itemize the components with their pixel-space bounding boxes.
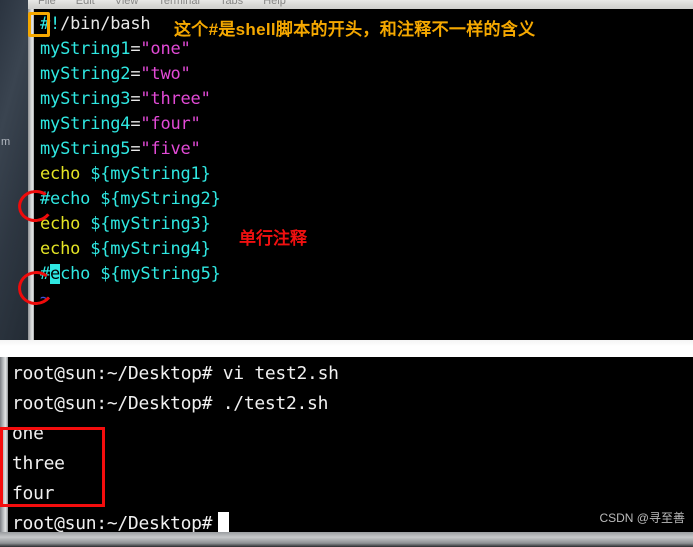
code-token: "five" [140, 139, 201, 159]
code-token: myString5 [40, 139, 131, 159]
screen-root: m File Edit View Terminal Tabs Help #!/b… [0, 0, 693, 547]
vim-terminal-window: File Edit View Terminal Tabs Help #!/bin… [28, 0, 693, 340]
terminal-output-line: one [12, 423, 44, 444]
code-line-echo3[interactable]: echo ${myString3} [34, 212, 693, 237]
terminal-frame-bottom [0, 532, 693, 547]
code-line-echo1[interactable]: echo ${myString1} [34, 162, 693, 187]
code-line-var3[interactable]: myString3="three" [34, 87, 693, 112]
code-token: cho ${myString5} [60, 264, 221, 284]
comment-annotation-text: 单行注释 [239, 229, 307, 248]
code-token: myString3 [40, 89, 131, 109]
terminal-output-area[interactable]: root@sun:~/Desktop# vi test2.sh root@sun:… [8, 357, 693, 534]
shebang-highlight-box [28, 12, 50, 37]
menu-item-terminal[interactable]: Terminal [148, 0, 210, 7]
code-line-var5[interactable]: myString5="five" [34, 137, 693, 162]
code-token: = [130, 114, 141, 134]
separator-shade [0, 340, 693, 346]
code-line-echo4[interactable]: echo ${myString4} [34, 237, 693, 262]
code-token: ${myString3} [90, 214, 211, 234]
terminal-command-line: root@sun:~/Desktop# ./test2.sh [8, 389, 693, 419]
terminal-cursor [218, 512, 230, 533]
code-token: myString4 [40, 114, 131, 134]
terminal-command-text: vi test2.sh [212, 363, 339, 384]
code-line-echo5-commented[interactable]: #echo ${myString5} [34, 262, 693, 287]
code-line-var1[interactable]: myString1="one" [34, 37, 693, 62]
code-token: "four" [140, 114, 201, 134]
code-token: ${myString4} [90, 239, 211, 259]
terminal-prompt: root@sun:~/Desktop# [12, 513, 213, 534]
code-token: "two" [140, 64, 191, 84]
code-token: "one" [140, 39, 191, 59]
code-token: "three" [140, 89, 211, 109]
code-token: = [130, 64, 141, 84]
menu-item-edit[interactable]: Edit [66, 0, 105, 7]
menu-item-tabs[interactable]: Tabs [210, 0, 253, 7]
terminal-lines: root@sun:~/Desktop# vi test2.sh root@sun:… [8, 359, 693, 539]
code-token: ${myString1} [90, 164, 211, 184]
menu-item-help[interactable]: Help [253, 0, 296, 7]
terminal-command-text: ./test2.sh [212, 393, 329, 414]
shebang-annotation-text: 这个#是shell脚本的开头，和注释不一样的含义 [174, 20, 536, 39]
code-token: = [130, 39, 141, 59]
code-line-var4[interactable]: myString4="four" [34, 112, 693, 137]
terminal-output-line: four [12, 483, 55, 504]
desktop-ghost-label: m [1, 136, 11, 148]
output-highlight-rect [0, 427, 105, 507]
vim-code-lines: #!/bin/bash myString1="one" myString2="two… [34, 12, 693, 287]
menu-item-file[interactable]: File [28, 0, 66, 7]
code-token: echo [40, 239, 91, 259]
code-token: = [130, 89, 141, 109]
vim-editor-buffer[interactable]: #!/bin/bash myString1="one" myString2="two… [34, 9, 693, 340]
terminal-prompt: root@sun:~/Desktop# [12, 363, 213, 384]
menu-item-view[interactable]: View [105, 0, 149, 7]
menu-bar[interactable]: File Edit View Terminal Tabs Help [28, 0, 693, 9]
code-token: = [130, 139, 141, 159]
code-token: myString1 [40, 39, 131, 59]
terminal-output-line: three [12, 453, 65, 474]
window-separator [0, 340, 693, 357]
code-line-var2[interactable]: myString2="two" [34, 62, 693, 87]
terminal-prompt: root@sun:~/Desktop# [12, 393, 213, 414]
csdn-watermark: CSDN @寻至善 [599, 511, 685, 525]
terminal-command-line: root@sun:~/Desktop# vi test2.sh [8, 359, 693, 389]
code-token: /bin/bash [60, 14, 151, 34]
code-line-echo2-commented[interactable]: #echo ${myString2} [34, 187, 693, 212]
vim-empty-line-marker: ~ [40, 288, 50, 307]
code-token: #echo ${myString2} [40, 189, 221, 209]
code-token: echo [40, 164, 91, 184]
code-token: myString2 [40, 64, 131, 84]
